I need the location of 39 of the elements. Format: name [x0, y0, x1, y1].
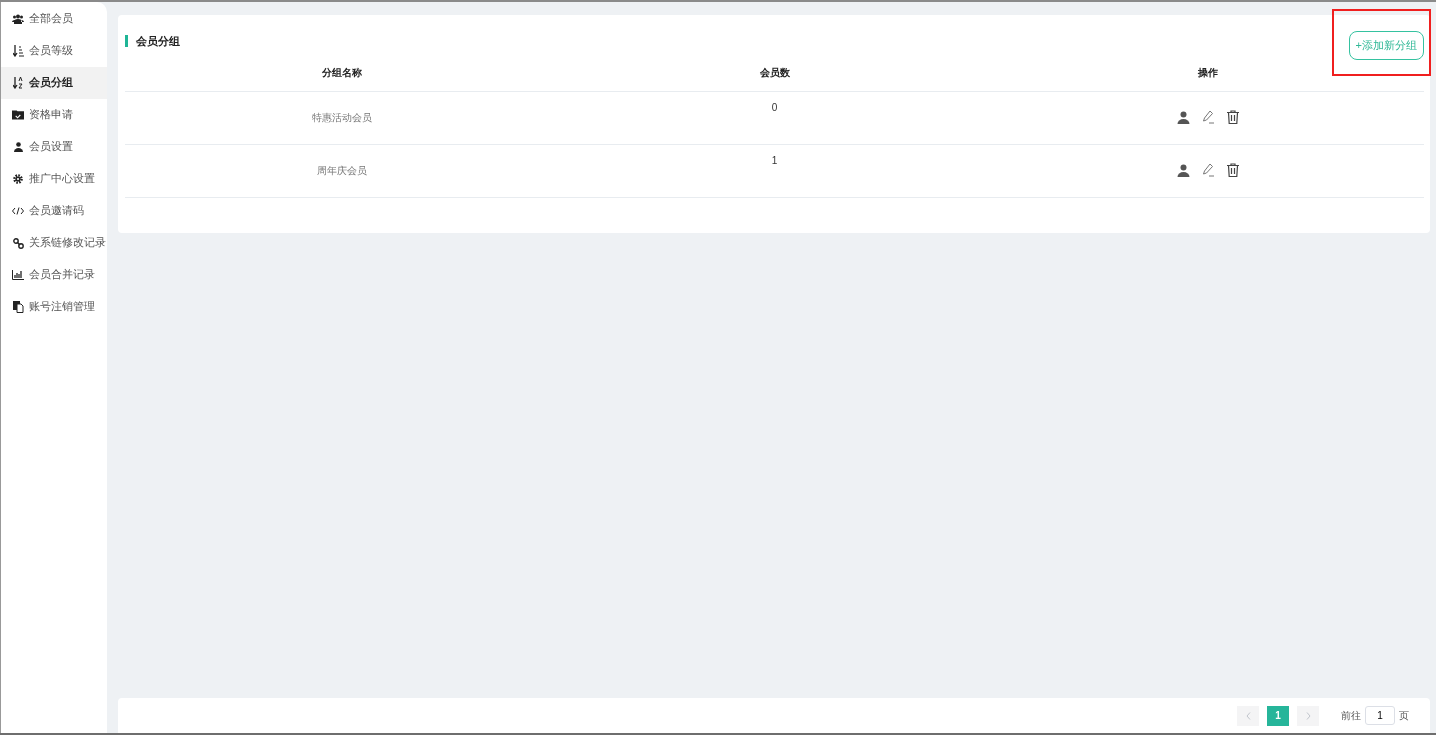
- column-header: 会员数: [558, 55, 991, 92]
- chevron-right-icon: [1305, 711, 1311, 720]
- sidebar-item[interactable]: 会员合并记录: [1, 259, 107, 291]
- column-header: 操作: [991, 55, 1424, 92]
- pencil-icon[interactable]: [1201, 163, 1215, 178]
- group-name-cell: 周年庆会员: [125, 144, 558, 198]
- trash-icon[interactable]: [1226, 110, 1239, 125]
- person-icon: [13, 142, 23, 152]
- pencil-icon[interactable]: [1201, 110, 1215, 125]
- sort-icon: [12, 45, 24, 57]
- sidebar-item[interactable]: 全部会员: [1, 3, 107, 35]
- bar-chart-icon: [12, 270, 24, 280]
- gear-icon: [13, 174, 23, 184]
- sidebar-item[interactable]: 资格申请: [1, 99, 107, 131]
- users-icon: [12, 14, 24, 24]
- chevron-left-icon: [1245, 711, 1251, 720]
- page-input[interactable]: 1: [1365, 706, 1395, 725]
- trash-icon[interactable]: [1226, 163, 1239, 178]
- panel-title: 会员分组: [125, 35, 180, 47]
- page-unit-label: 页: [1399, 708, 1409, 723]
- sidebar-item[interactable]: 账号注销管理: [1, 291, 107, 323]
- column-header: 分组名称: [125, 55, 558, 92]
- group-name-cell: 特惠活动会员: [125, 91, 558, 145]
- document-icon: [12, 301, 24, 313]
- sidebar-item[interactable]: 会员邀请码: [1, 195, 107, 227]
- sort-alpha-icon: [12, 77, 24, 89]
- user-icon[interactable]: [1176, 163, 1190, 177]
- sidebar-item[interactable]: 会员等级: [1, 35, 107, 67]
- goto-label: 前往: [1341, 708, 1361, 723]
- code-icon: [12, 207, 24, 215]
- link-icon: [12, 237, 24, 249]
- member-count-cell: 0: [558, 91, 991, 145]
- sidebar-item[interactable]: 会员设置: [1, 131, 107, 163]
- sidebar-item[interactable]: 关系链修改记录: [1, 227, 107, 259]
- member-count-cell: 1: [558, 144, 991, 198]
- sidebar-item[interactable]: 推广中心设置: [1, 163, 107, 195]
- user-icon[interactable]: [1176, 110, 1190, 124]
- folder-check-icon: [12, 110, 24, 120]
- sidebar-item[interactable]: 会员分组: [1, 67, 107, 99]
